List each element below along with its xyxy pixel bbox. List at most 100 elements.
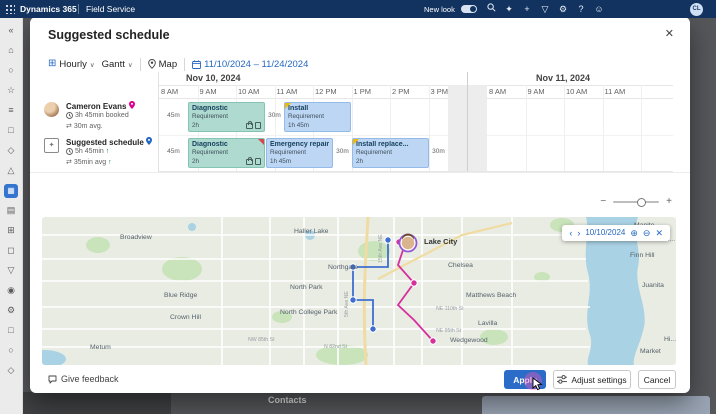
app-title[interactable]: Dynamics 365 (20, 4, 77, 14)
clock-icon (66, 148, 73, 155)
gantt-row-suggested: 45m Diagnostic Requirement 2h Emergency … (159, 136, 673, 170)
map-label: North College Park (280, 309, 338, 316)
adjust-settings-button[interactable]: Adjust settings (553, 370, 631, 389)
booking-install-replace[interactable]: Install replace... Requirement 2h (352, 138, 429, 168)
travel-segment: 45m (159, 148, 188, 155)
zoom-slider[interactable] (613, 201, 659, 203)
sidebar-item-3[interactable]: ○ (0, 60, 22, 80)
hour-label: 10 AM (238, 87, 259, 96)
filter-icon[interactable]: ▽ (538, 3, 552, 15)
hour-label: 8 AM (489, 87, 506, 96)
sliders-icon (557, 375, 567, 384)
calendar-icon (192, 60, 201, 69)
cancel-button[interactable]: Cancel (638, 370, 676, 389)
sidebar-item-8[interactable]: △ (0, 160, 22, 180)
booking-emergency-repair[interactable]: Emergency repair Requirement 1h 45m (266, 138, 333, 168)
date-range-button[interactable]: 11/10/2024 – 11/24/2024 (192, 59, 308, 70)
map-avatar-marker[interactable] (400, 234, 417, 252)
sidebar-item-10[interactable]: ▤ (0, 200, 22, 220)
background-panel (482, 396, 710, 414)
feedback-icon (48, 375, 57, 384)
clock-icon (66, 112, 73, 119)
street-label: NW 85th St (248, 337, 275, 343)
sidebar-item-15[interactable]: ⚙ (0, 300, 22, 320)
booking-diagnostic[interactable]: Diagnostic Requirement 2h (188, 102, 265, 132)
search-icon[interactable] (484, 3, 498, 15)
map-label: Hi... (664, 336, 676, 343)
sidebar-item-active[interactable]: ▦ (0, 180, 22, 200)
resource-booked-time: 3h 45min booked (66, 112, 129, 119)
sidebar-item-1[interactable]: « (0, 20, 22, 40)
hour-label: 3 PM (431, 87, 449, 96)
sidebar-item-4[interactable]: ☆ (0, 80, 22, 100)
map-zoom-in-icon[interactable]: ⊕ (630, 227, 638, 239)
hour-label: 11 AM (605, 87, 626, 96)
location-pin-icon (129, 101, 135, 109)
gantt-timeline[interactable]: Nov 10, 2024 Nov 11, 2024 8 AM 9 AM 10 A… (158, 72, 673, 172)
sparkle-icon[interactable]: ✦ (502, 3, 516, 15)
travel-segment: 30m (265, 112, 284, 119)
map-date-label[interactable]: 10/10/2024 (585, 227, 625, 239)
gantt-row-cameron: 45m Diagnostic Requirement 2h 30m Instal… (159, 100, 673, 134)
sidebar-item-11[interactable]: ⊞ (0, 220, 22, 240)
booking-install[interactable]: Install Requirement 1h 45m (284, 102, 351, 132)
dialog-title: Suggested schedule (48, 28, 170, 42)
sidebar-item-2[interactable]: ⌂ (0, 40, 22, 60)
map-zoom-out-icon[interactable]: ⊖ (643, 227, 651, 239)
toolbar-divider (140, 58, 141, 71)
background-panel-left (23, 392, 171, 414)
zoom-out-button[interactable]: − (600, 197, 606, 207)
sidebar-item-18[interactable]: ◇ (0, 360, 22, 380)
trend-up-icon: ↑ (108, 159, 112, 166)
sidebar-item-12[interactable]: ◻ (0, 240, 22, 260)
person-icon[interactable]: ☺ (592, 3, 606, 15)
hour-label: 12 PM (315, 87, 337, 96)
street-label: NE 110th St (436, 306, 464, 312)
new-look-toggle[interactable] (461, 5, 477, 13)
map-next-day-icon[interactable]: › (577, 227, 580, 239)
sidebar-item-6[interactable]: □ (0, 120, 22, 140)
resource-avatar[interactable] (44, 102, 59, 117)
zoom-in-button[interactable]: + (666, 197, 672, 207)
app-launcher-icon[interactable] (5, 4, 15, 14)
hour-label: 2 PM (392, 87, 410, 96)
map-prev-day-icon[interactable]: ‹ (569, 227, 572, 239)
sidebar-item-14[interactable]: ◉ (0, 280, 22, 300)
resource-booked-time: 5h 45min ↑ (66, 148, 109, 155)
sidebar-item-13[interactable]: ▽ (0, 260, 22, 280)
booking-diagnostic[interactable]: Diagnostic Requirement 2h (188, 138, 265, 168)
resource-name[interactable]: Suggested schedule (66, 137, 152, 147)
map-close-icon[interactable]: ✕ (655, 227, 663, 239)
settings-gear-icon[interactable]: ⚙ (556, 3, 570, 15)
sidebar-item-16[interactable]: □ (0, 320, 22, 340)
map-label: North Park (290, 284, 323, 291)
map-toggle-button[interactable]: Map (148, 59, 177, 70)
background-contacts-heading: Contacts (268, 395, 307, 405)
sidebar-item-17[interactable]: ○ (0, 340, 22, 360)
hourly-view-button[interactable]: ⊞ Hourly ∨ (48, 59, 95, 70)
user-avatar[interactable]: CL (690, 3, 703, 16)
add-icon[interactable]: + (520, 3, 534, 15)
sidebar-item-7[interactable]: ◇ (0, 140, 22, 160)
map-label: Northgate (328, 264, 358, 271)
area-title[interactable]: Field Service (86, 4, 135, 14)
resource-avg-travel: ⇄ 30m avg. (66, 122, 103, 130)
new-look-label: New look (424, 5, 455, 14)
suggested-schedule-dialog: Suggested schedule ✕ ⊞ Hourly ∨ Gantt ∨ … (30, 17, 690, 393)
help-icon[interactable]: ? (574, 3, 588, 15)
map-panel[interactable]: Broadview Haller Lake Manito... Lake Cit… (42, 217, 676, 365)
give-feedback-link[interactable]: Give feedback (48, 374, 119, 384)
location-pin-icon (146, 137, 152, 145)
resource-column: Cameron Evans 3h 45min booked ⇄ 30m avg.… (30, 72, 158, 172)
map-label: Lavilla (478, 320, 497, 327)
resource-name[interactable]: Cameron Evans (66, 101, 135, 111)
zoom-slider-thumb[interactable] (637, 198, 646, 207)
map-pin-icon (148, 59, 156, 69)
sidebar-item-5[interactable]: ≡ (0, 100, 22, 120)
map-label: Metum (90, 344, 111, 351)
hour-label: 10 AM (566, 87, 587, 96)
street-label: NE 95th St (436, 328, 462, 334)
suggestion-icon: ✦ (44, 138, 59, 153)
close-icon[interactable]: ✕ (665, 27, 674, 40)
gantt-view-button[interactable]: Gantt ∨ (102, 59, 133, 70)
